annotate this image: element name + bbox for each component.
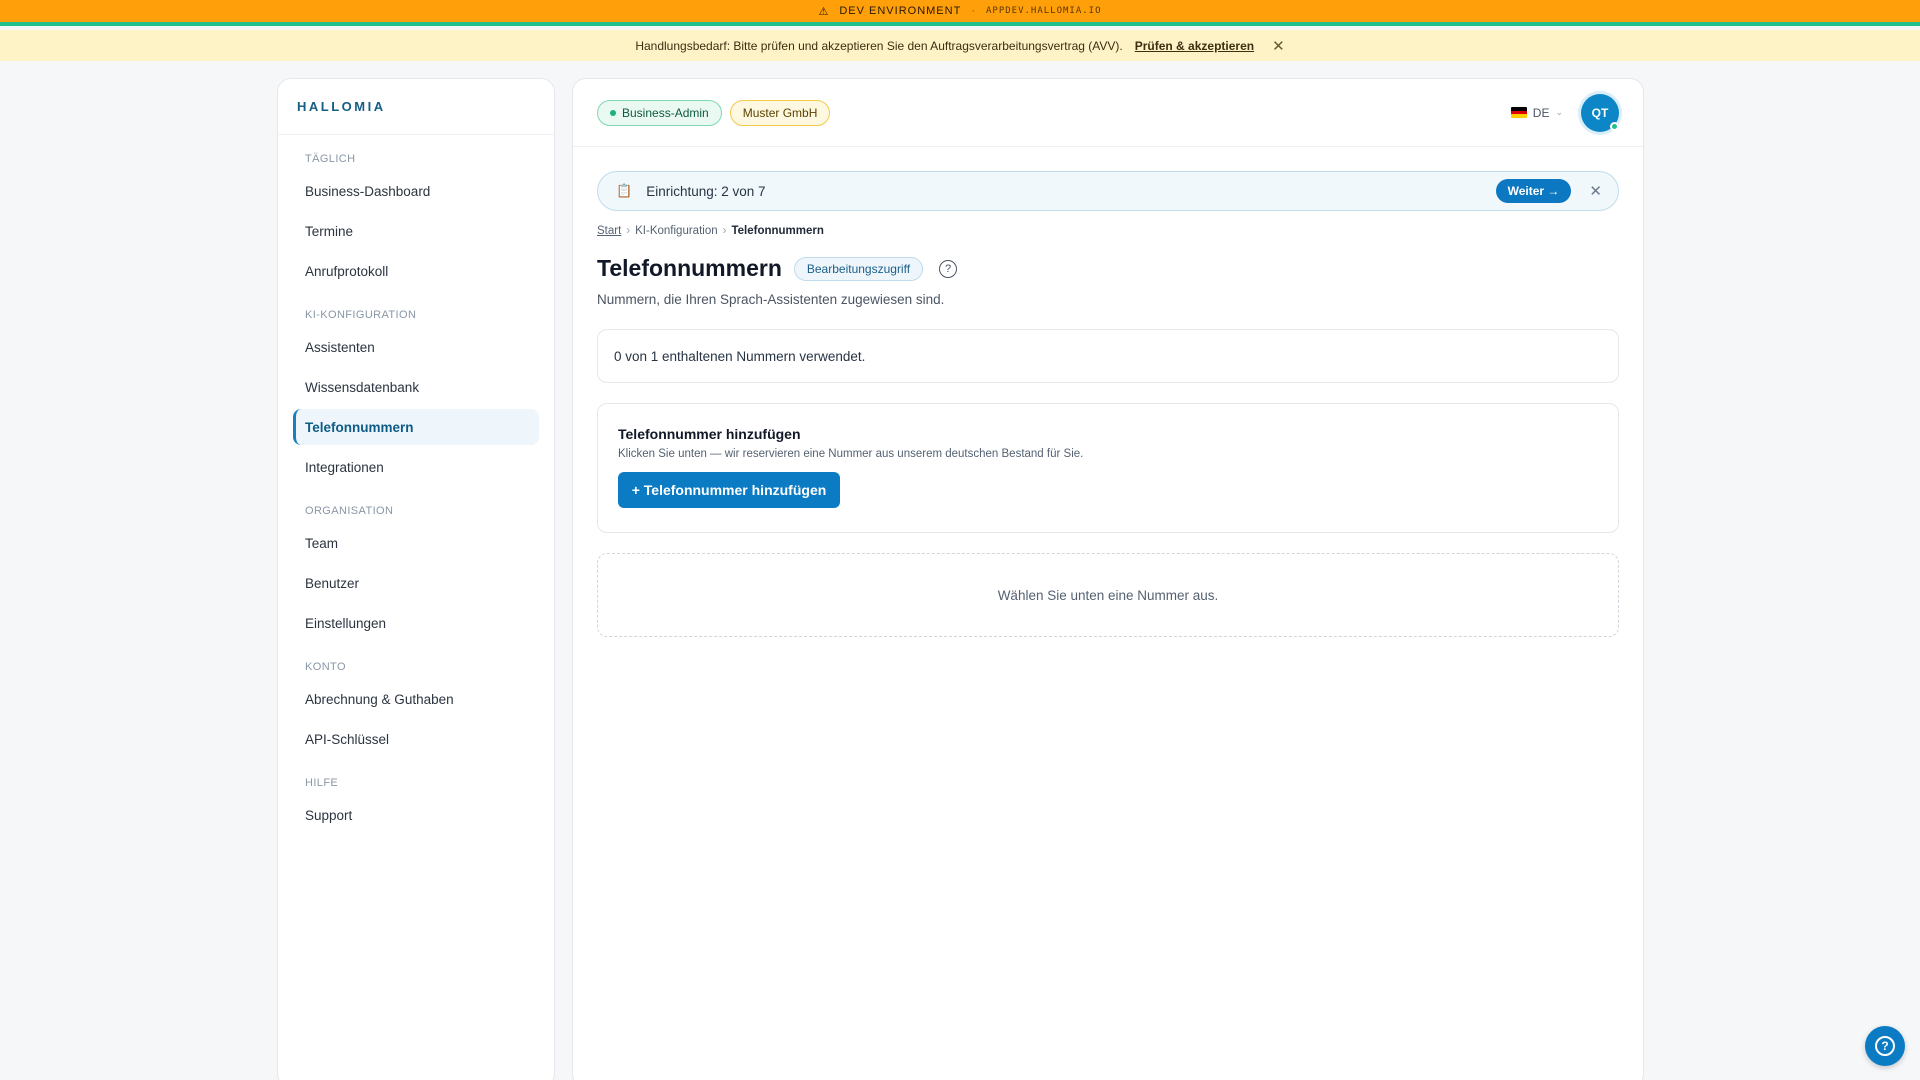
page-title: Telefonnummern [597,255,782,281]
sidebar-item-termine[interactable]: Termine [293,213,539,249]
breadcrumb-current: Telefonnummern [731,225,824,237]
status-dot-icon [610,109,616,116]
sidebar-item-assistenten[interactable]: Assistenten [293,329,539,365]
sidebar-item-einstellungen[interactable]: Einstellungen [293,605,539,641]
language-code: DE [1532,105,1550,120]
setup-next-button[interactable]: Weiter → [1495,179,1572,203]
avv-notice-banner: Handlungsbedarf: Bitte prüfen und akzept… [0,30,1920,61]
breadcrumb-start[interactable]: Start [597,225,621,237]
add-number-card: Telefonnummer hinzufügen Klicken Sie unt… [597,403,1619,533]
sidebar-item-wissensdatenbank[interactable]: Wissensdatenbank [293,369,539,405]
brand-logo[interactable]: HALLOMIA [278,79,554,135]
sidebar-item-integrationen[interactable]: Integrationen [293,449,539,485]
language-selector[interactable]: DE ⌄ [1510,105,1563,120]
help-circle-icon: ? [1875,1036,1895,1056]
nav-section-title: HILFE [305,777,339,789]
main-panel: Business-Admin Muster GmbH DE ⌄ QT 📋 Ein… [572,78,1644,1080]
dev-environment-url: APPDEV.HALLOMIA.IO [985,6,1102,16]
sidebar-item-anrufprotokoll[interactable]: Anrufprotokoll [293,253,539,289]
warning-icon: ⚠ [818,5,830,18]
nav-section-title: TÄGLICH [305,153,356,165]
clipboard-icon: 📋 [616,183,633,198]
nav-section-title: ORGANISATION [305,505,394,517]
sidebar-item-abrechnung[interactable]: Abrechnung & Guthaben [293,681,539,717]
nav-section-title: KI-KONFIGURATION [305,309,417,321]
chevron-down-icon: ⌄ [1555,107,1563,117]
page-title-row: Telefonnummern Bearbeitungszugriff ? [597,255,1619,282]
help-icon[interactable]: ? [939,259,958,278]
breadcrumb-ki-konfiguration[interactable]: KI-Konfiguration [635,225,717,237]
user-avatar[interactable]: QT [1581,93,1619,132]
sidebar: HALLOMIA TÄGLICH Business-Dashboard Term… [277,78,555,1080]
review-accept-link[interactable]: Prüfen & akzeptieren [1135,39,1254,53]
close-icon[interactable]: ✕ [1272,37,1285,55]
german-flag-icon [1510,107,1527,118]
add-phone-number-button[interactable]: + Telefonnummer hinzufügen [618,472,840,508]
sidebar-item-benutzer[interactable]: Benutzer [293,565,539,601]
avatar-initials: QT [1591,105,1609,120]
close-icon[interactable]: ✕ [1589,182,1602,200]
setup-progress-text: Einrichtung: 2 von 7 [646,183,766,199]
help-fab-button[interactable]: ? [1865,1026,1905,1066]
empty-state-text: Wählen Sie unten eine Nummer aus. [997,587,1219,603]
number-selection-empty-state: Wählen Sie unten eine Nummer aus. [597,553,1619,637]
sidebar-item-api-schluessel[interactable]: API-Schlüssel [293,721,539,757]
organization-badge-label: Muster GmbH [742,105,818,120]
organization-badge[interactable]: Muster GmbH [729,99,831,126]
number-usage-text: 0 von 1 enthaltenen Nummern verwendet. [614,348,866,364]
sidebar-item-team[interactable]: Team [293,525,539,561]
nav-section-title: KONTO [305,661,346,673]
notice-text: Handlungsbedarf: Bitte prüfen und akzept… [635,38,1123,53]
breadcrumb: Start › KI-Konfiguration › Telefonnummer… [597,225,1619,237]
sidebar-item-business-dashboard[interactable]: Business-Dashboard [293,173,539,209]
online-status-icon [1610,121,1619,131]
add-number-heading: Telefonnummer hinzufügen [618,426,801,442]
breadcrumb-separator: › [722,225,727,237]
sidebar-nav: TÄGLICH Business-Dashboard Termine Anruf… [278,135,554,833]
breadcrumb-separator: › [626,225,631,237]
dev-environment-banner: ⚠ DEV ENVIRONMENT · APPDEV.HALLOMIA.IO [0,0,1920,26]
page-subtitle: Nummern, die Ihren Sprach-Assistenten zu… [597,292,945,307]
role-badge-label: Business-Admin [622,105,709,120]
setup-progress-bar: 📋 Einrichtung: 2 von 7 Weiter → ✕ [597,171,1619,211]
sidebar-item-support[interactable]: Support [293,797,539,833]
sidebar-item-telefonnummern[interactable]: Telefonnummern [293,409,539,445]
add-number-description: Klicken Sie unten — wir reservieren eine… [618,448,1084,460]
dev-environment-label: DEV ENVIRONMENT [839,5,962,17]
top-bar: Business-Admin Muster GmbH DE ⌄ QT [573,79,1643,147]
dev-banner-separator: · [971,5,976,17]
number-usage-card: 0 von 1 enthaltenen Nummern verwendet. [597,329,1619,383]
role-badge: Business-Admin [597,99,722,126]
access-badge: Bearbeitungszugriff [793,256,924,281]
page-content: 📋 Einrichtung: 2 von 7 Weiter → ✕ Start … [573,147,1643,661]
